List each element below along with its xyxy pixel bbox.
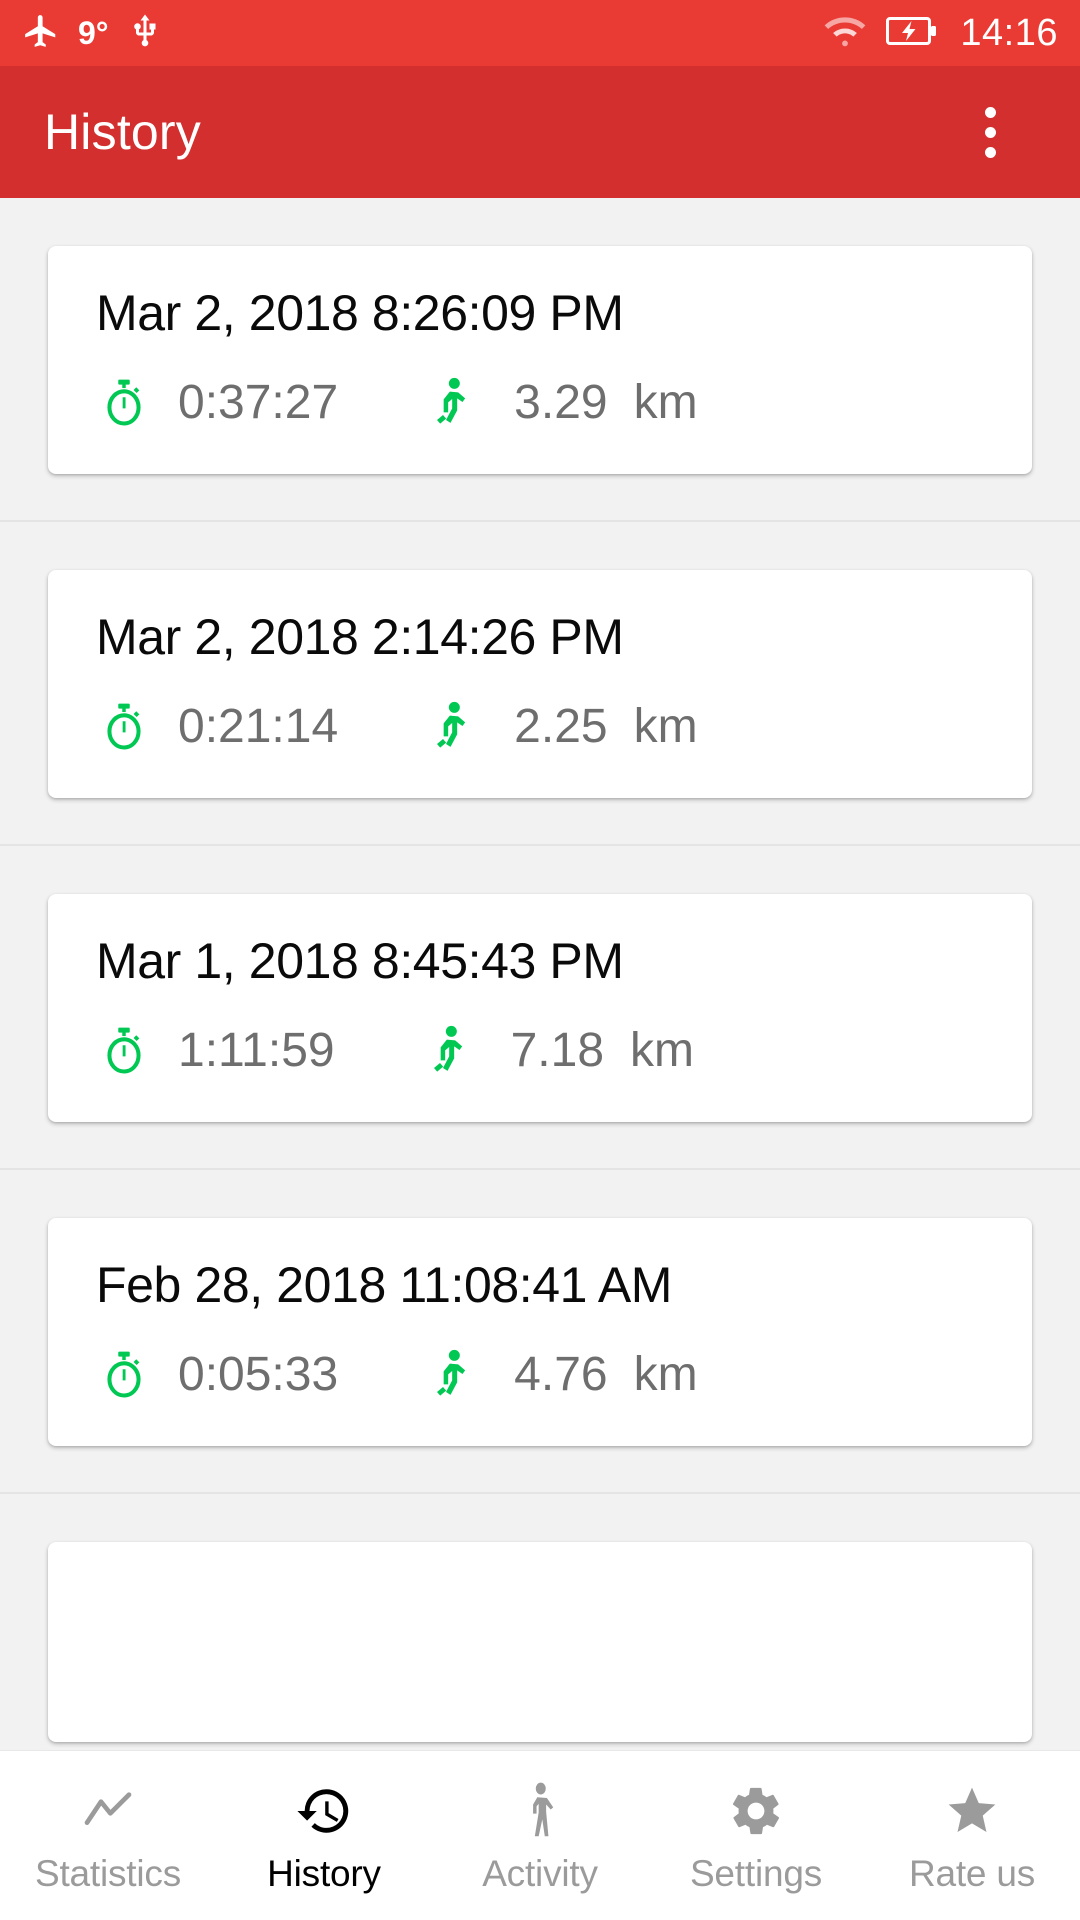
distance-value: 2.25 bbox=[514, 700, 608, 753]
distance-stat: 7.18 km bbox=[419, 1023, 694, 1078]
page-title: History bbox=[44, 104, 201, 160]
overflow-menu-icon[interactable] bbox=[962, 87, 1018, 177]
overflow-dot bbox=[984, 106, 996, 118]
stopwatch-icon bbox=[96, 377, 152, 429]
duration-stat: 0:21:14 bbox=[96, 699, 338, 754]
duration-stat: 0:05:33 bbox=[96, 1347, 338, 1402]
history-card-date: Feb 28, 2018 11:08:41 AM bbox=[96, 1257, 673, 1313]
nav-item-activity[interactable]: Activity bbox=[432, 1751, 648, 1920]
wifi-icon bbox=[824, 14, 866, 53]
nav-item-rate-us[interactable]: Rate us bbox=[864, 1751, 1080, 1920]
nav-label-rate-us: Rate us bbox=[908, 1852, 1036, 1894]
nav-label-settings: Settings bbox=[689, 1852, 823, 1894]
list-item[interactable]: Mar 2, 2018 8:26:09 PM 0:37:27 3.29 km bbox=[0, 198, 1080, 522]
overflow-dot bbox=[984, 146, 996, 158]
airplane-mode-icon bbox=[22, 12, 60, 55]
nav-item-settings[interactable]: Settings bbox=[648, 1751, 864, 1920]
bottom-navigation-bar: Statistics History Activity Settings Rat… bbox=[0, 1750, 1080, 1920]
overflow-dot bbox=[984, 126, 996, 138]
stopwatch-icon bbox=[96, 701, 152, 753]
distance-stat: 2.25 km bbox=[422, 699, 698, 754]
running-person-icon bbox=[422, 1348, 478, 1402]
history-card[interactable]: Mar 2, 2018 8:26:09 PM 0:37:27 3.29 km bbox=[48, 246, 1032, 474]
status-bar-left-group: 9° bbox=[22, 12, 163, 55]
history-card[interactable]: Mar 2, 2018 2:14:26 PM 0:21:14 2.25 km bbox=[48, 570, 1032, 798]
history-card-date: Mar 1, 2018 8:45:43 PM bbox=[96, 933, 624, 989]
duration-value: 1:11:59 bbox=[178, 1024, 335, 1077]
gear-icon bbox=[728, 1783, 784, 1839]
usb-icon bbox=[127, 12, 163, 55]
temperature-indicator: 9° bbox=[78, 15, 109, 51]
walking-person-icon bbox=[517, 1782, 563, 1839]
line-chart-icon bbox=[80, 1783, 136, 1839]
distance-stat: 4.76 km bbox=[422, 1347, 698, 1402]
status-bar-right-group: 14:16 bbox=[824, 14, 1058, 53]
nav-label-activity: Activity bbox=[482, 1852, 598, 1894]
duration-value: 0:05:33 bbox=[178, 1348, 339, 1401]
nav-item-statistics[interactable]: Statistics bbox=[0, 1751, 216, 1920]
history-clock-icon bbox=[295, 1783, 353, 1839]
history-card[interactable]: Mar 1, 2018 8:45:43 PM 1:11:59 7.18 km bbox=[48, 894, 1032, 1122]
star-icon bbox=[943, 1783, 1001, 1839]
list-item[interactable]: Mar 2, 2018 2:14:26 PM 0:21:14 2.25 km bbox=[0, 522, 1080, 846]
distance-unit: km bbox=[633, 700, 698, 753]
list-item-partial[interactable] bbox=[0, 1494, 1080, 1750]
distance-unit: km bbox=[633, 376, 698, 429]
duration-value: 0:21:14 bbox=[178, 700, 339, 753]
distance-value: 4.76 bbox=[514, 1348, 608, 1401]
nav-label-statistics: Statistics bbox=[34, 1852, 182, 1894]
stopwatch-icon bbox=[96, 1025, 152, 1077]
distance-unit: km bbox=[630, 1024, 694, 1077]
status-bar: 9° 14:16 bbox=[0, 0, 1080, 66]
list-item[interactable]: Mar 1, 2018 8:45:43 PM 1:11:59 7.18 km bbox=[0, 846, 1080, 1170]
battery-charging-icon bbox=[886, 15, 938, 52]
history-card-stats: 0:05:33 4.76 km bbox=[96, 1347, 984, 1402]
history-card-stats: 0:21:14 2.25 km bbox=[96, 699, 984, 754]
stopwatch-icon bbox=[96, 1349, 152, 1401]
app-bar: History bbox=[0, 66, 1080, 198]
distance-value: 7.18 bbox=[510, 1024, 605, 1077]
history-card-stats: 1:11:59 7.18 km bbox=[96, 1023, 984, 1078]
duration-stat: 1:11:59 bbox=[96, 1023, 335, 1078]
history-card-stats: 0:37:27 3.29 km bbox=[96, 375, 984, 430]
duration-stat: 0:37:27 bbox=[96, 375, 338, 430]
list-item[interactable]: Feb 28, 2018 11:08:41 AM 0:05:33 4.76 km bbox=[0, 1170, 1080, 1494]
history-card[interactable] bbox=[48, 1542, 1032, 1742]
duration-value: 0:37:27 bbox=[178, 376, 339, 429]
nav-label-history: History bbox=[267, 1852, 381, 1894]
history-card[interactable]: Feb 28, 2018 11:08:41 AM 0:05:33 4.76 km bbox=[48, 1218, 1032, 1446]
distance-unit: km bbox=[633, 1348, 698, 1401]
distance-value: 3.29 bbox=[514, 376, 608, 429]
distance-stat: 3.29 km bbox=[422, 375, 698, 430]
history-list[interactable]: Mar 2, 2018 8:26:09 PM 0:37:27 3.29 km M… bbox=[0, 198, 1080, 1750]
running-person-icon bbox=[419, 1024, 475, 1078]
history-card-date: Mar 2, 2018 8:26:09 PM bbox=[96, 285, 624, 341]
running-person-icon bbox=[422, 700, 478, 754]
running-person-icon bbox=[422, 376, 478, 430]
history-card-date: Mar 2, 2018 2:14:26 PM bbox=[96, 609, 624, 665]
nav-item-history[interactable]: History bbox=[216, 1751, 432, 1920]
status-bar-clock: 14:16 bbox=[960, 12, 1058, 54]
